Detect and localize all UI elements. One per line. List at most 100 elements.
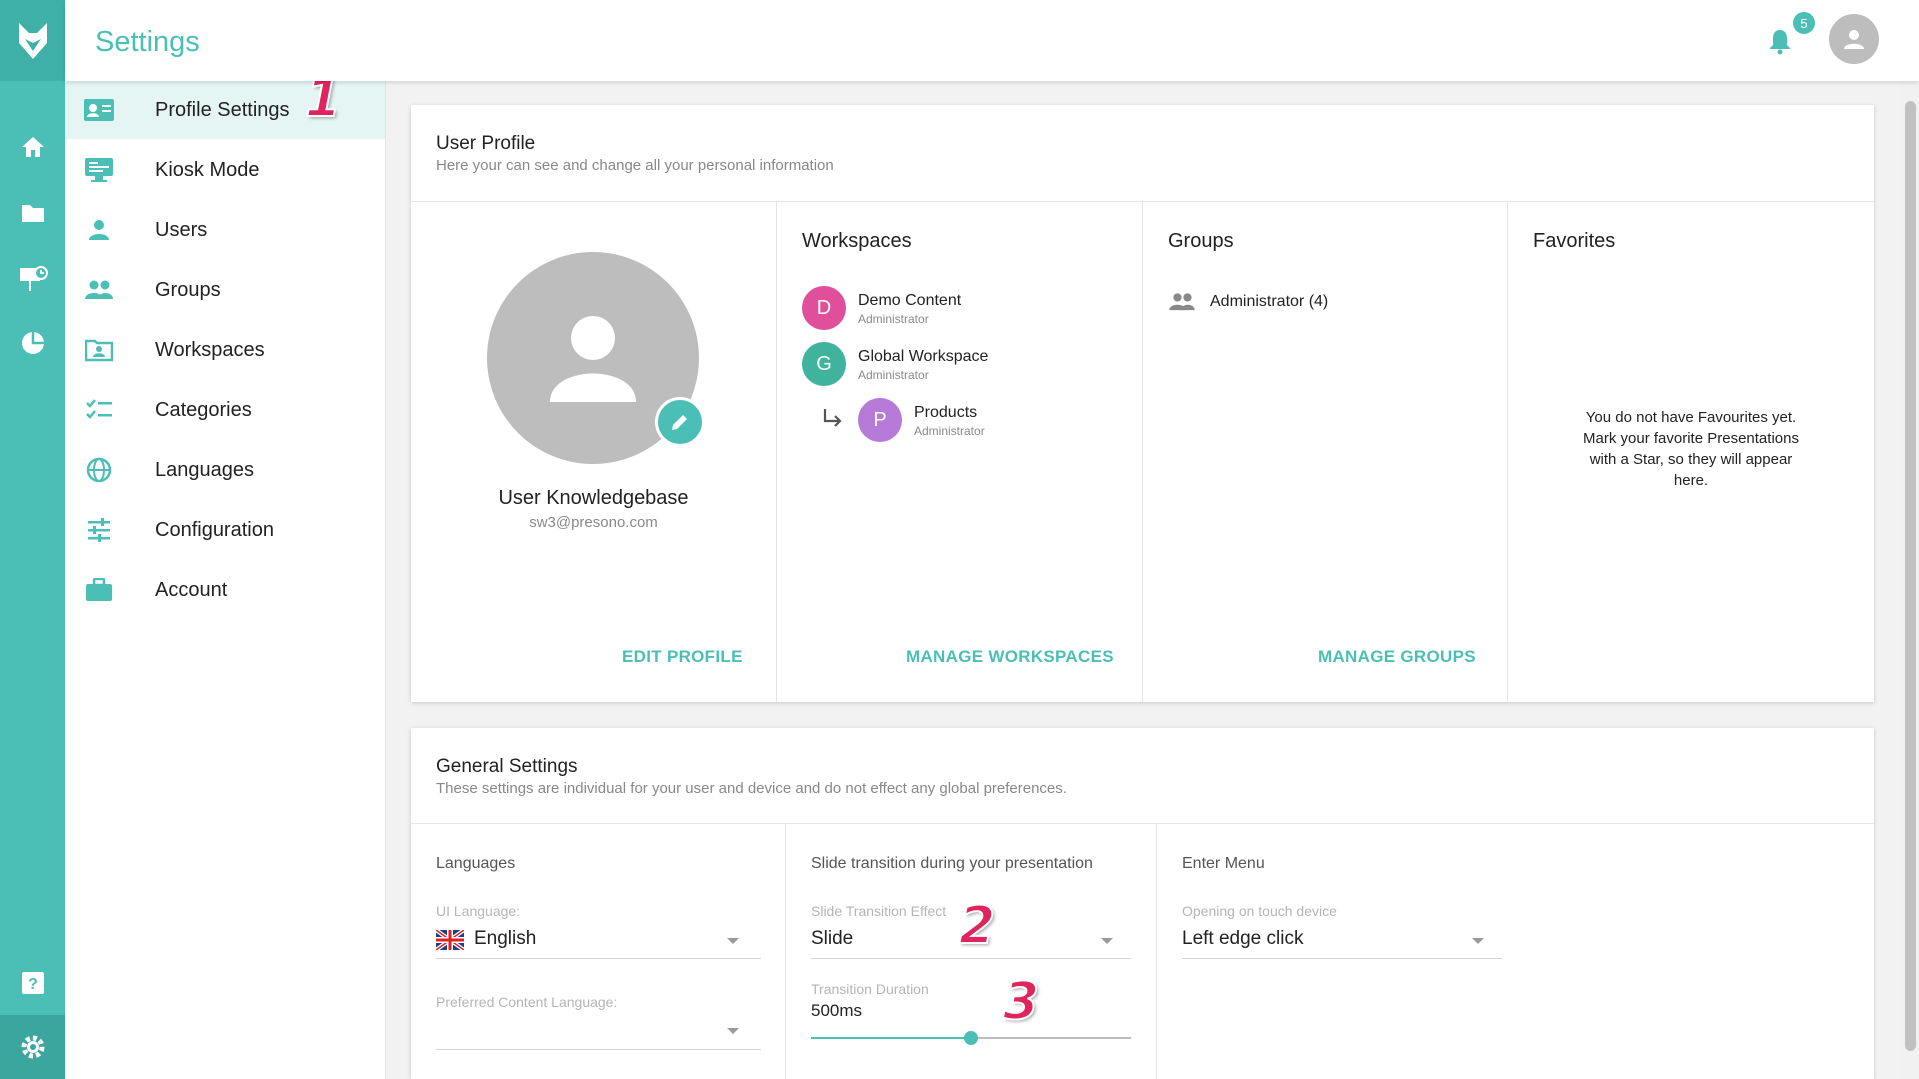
profile-email: sw3@presono.com <box>529 514 658 531</box>
sidebar-item-kiosk-mode[interactable]: Kiosk Mode <box>65 141 385 199</box>
edit-avatar-button[interactable] <box>655 397 705 447</box>
scrollbar-thumb[interactable] <box>1905 101 1916 1051</box>
checklist-icon <box>83 395 115 425</box>
transition-effect-value: Slide <box>811 928 854 949</box>
ui-language-select[interactable]: English <box>436 924 761 958</box>
user-avatar-icon <box>1844 30 1864 49</box>
general-settings-card: General Settings These settings are indi… <box>411 728 1874 1079</box>
workspace-role: Administrator <box>858 368 929 382</box>
monitor-icon <box>83 155 115 185</box>
fox-logo-icon <box>18 22 47 59</box>
content-language-label: Preferred Content Language: <box>436 994 618 1010</box>
slider-thumb[interactable] <box>964 1031 978 1045</box>
workspace-name: Global Workspace <box>858 348 989 365</box>
notification-bell-icon[interactable] <box>1765 26 1795 56</box>
annotation-marker-2: 2 <box>958 895 996 957</box>
chevron-down-icon <box>1472 938 1484 944</box>
page-title: Settings <box>95 26 200 58</box>
chevron-down-icon <box>1101 938 1113 944</box>
workspace-item-products[interactable]: P Products Administrator <box>858 398 1108 444</box>
presentation-icon[interactable] <box>0 254 65 304</box>
group-icon <box>1169 293 1195 311</box>
touch-opening-select[interactable]: Left edge click <box>1182 924 1502 958</box>
profile-card-icon <box>83 95 115 125</box>
languages-section-label: Languages <box>436 855 516 872</box>
sidebar-item-configuration[interactable]: Configuration <box>65 501 385 559</box>
workspace-name: Demo Content <box>858 292 962 309</box>
workspace-icon <box>83 335 115 365</box>
sidebar-item-label: Profile Settings <box>155 98 290 121</box>
sidebar-item-users[interactable]: Users <box>65 201 385 259</box>
workspace-avatar: G <box>802 342 846 386</box>
briefcase-icon <box>83 575 115 605</box>
workspaces-title: Workspaces <box>802 230 912 252</box>
chevron-down-icon <box>727 938 739 944</box>
pie-chart-icon[interactable] <box>0 318 65 368</box>
content-language-select[interactable] <box>436 1014 761 1048</box>
page-scrollbar[interactable] <box>1902 81 1919 1079</box>
general-settings-subtitle: These settings are individual for your u… <box>436 780 1067 797</box>
workspace-name: Products <box>914 404 978 421</box>
transition-duration-slider[interactable] <box>811 1028 1131 1048</box>
general-settings-title: General Settings <box>436 756 578 777</box>
transition-section-label: Slide transition during your presentatio… <box>811 855 1093 872</box>
groups-title: Groups <box>1168 230 1234 252</box>
sidebar-item-label: Configuration <box>155 518 274 541</box>
favorites-empty-line: here. <box>1673 472 1709 489</box>
top-bar: Settings 5 <box>65 0 1919 81</box>
workspace-item-global-workspace[interactable]: G Global Workspace Administrator <box>802 342 1102 388</box>
enter-menu-section-label: Enter Menu <box>1182 855 1265 872</box>
field-underline <box>436 1049 761 1050</box>
user-icon <box>83 215 115 245</box>
edit-profile-link[interactable]: EDIT PROFILE <box>622 647 743 667</box>
app-logo[interactable] <box>0 0 65 81</box>
manage-workspaces-link[interactable]: MANAGE WORKSPACES <box>906 647 1114 667</box>
sidebar-item-label: Kiosk Mode <box>155 158 260 181</box>
ui-language-value: English <box>474 928 537 949</box>
notification-badge: 5 <box>1791 10 1817 36</box>
sidebar-item-label: Categories <box>155 398 252 421</box>
field-underline <box>436 958 761 959</box>
settings-gear-icon[interactable] <box>0 1015 65 1079</box>
user-avatar[interactable] <box>1829 14 1879 64</box>
user-profile-subtitle: Here your can see and change all your pe… <box>436 157 834 174</box>
touch-opening-label: Opening on touch device <box>1182 903 1337 919</box>
transition-duration-value: 500ms <box>811 1001 863 1020</box>
sidebar-item-label: Account <box>155 578 228 601</box>
group-item-administrator[interactable]: Administrator (4) <box>1168 290 1468 320</box>
sidebar-item-groups[interactable]: Groups <box>65 261 385 319</box>
globe-icon <box>83 455 115 485</box>
transition-effect-label: Slide Transition Effect <box>811 903 947 919</box>
favorites-title: Favorites <box>1533 230 1616 252</box>
group-icon <box>83 275 115 305</box>
workspace-avatar: P <box>858 398 902 442</box>
transition-duration-label: Transition Duration <box>811 981 929 997</box>
divider <box>1156 823 1157 1079</box>
sidebar-item-categories[interactable]: Categories <box>65 381 385 439</box>
user-profile-title: User Profile <box>436 133 536 154</box>
field-underline <box>811 958 1131 959</box>
divider <box>1142 201 1143 702</box>
sidebar-item-account[interactable]: Account <box>65 561 385 619</box>
divider <box>785 823 786 1079</box>
folder-icon[interactable] <box>0 188 65 238</box>
pencil-icon <box>672 415 687 430</box>
sidebar-item-label: Workspaces <box>155 338 265 361</box>
sidebar-item-label: Groups <box>155 278 221 301</box>
favorites-empty-line: You do not have Favourites yet. <box>1585 409 1797 426</box>
group-name: Administrator (4) <box>1210 293 1329 310</box>
chevron-down-icon <box>727 1028 739 1034</box>
home-icon[interactable] <box>0 122 65 172</box>
favorites-empty-line: Mark your favorite Presentations <box>1583 430 1799 447</box>
ui-language-label: UI Language: <box>436 903 521 919</box>
workspace-item-demo-content[interactable]: D Demo Content Administrator <box>802 286 1102 332</box>
svg-text:?: ? <box>28 976 38 993</box>
subdirectory-arrow-icon <box>823 409 842 427</box>
sidebar-item-languages[interactable]: Languages <box>65 441 385 499</box>
help-icon[interactable]: ? <box>0 958 65 1008</box>
sidebar-item-workspaces[interactable]: Workspaces <box>65 321 385 379</box>
profile-name: User Knowledgebase <box>498 487 689 509</box>
touch-opening-value: Left edge click <box>1182 928 1304 949</box>
workspace-role: Administrator <box>858 312 929 326</box>
manage-groups-link[interactable]: MANAGE GROUPS <box>1318 647 1476 667</box>
